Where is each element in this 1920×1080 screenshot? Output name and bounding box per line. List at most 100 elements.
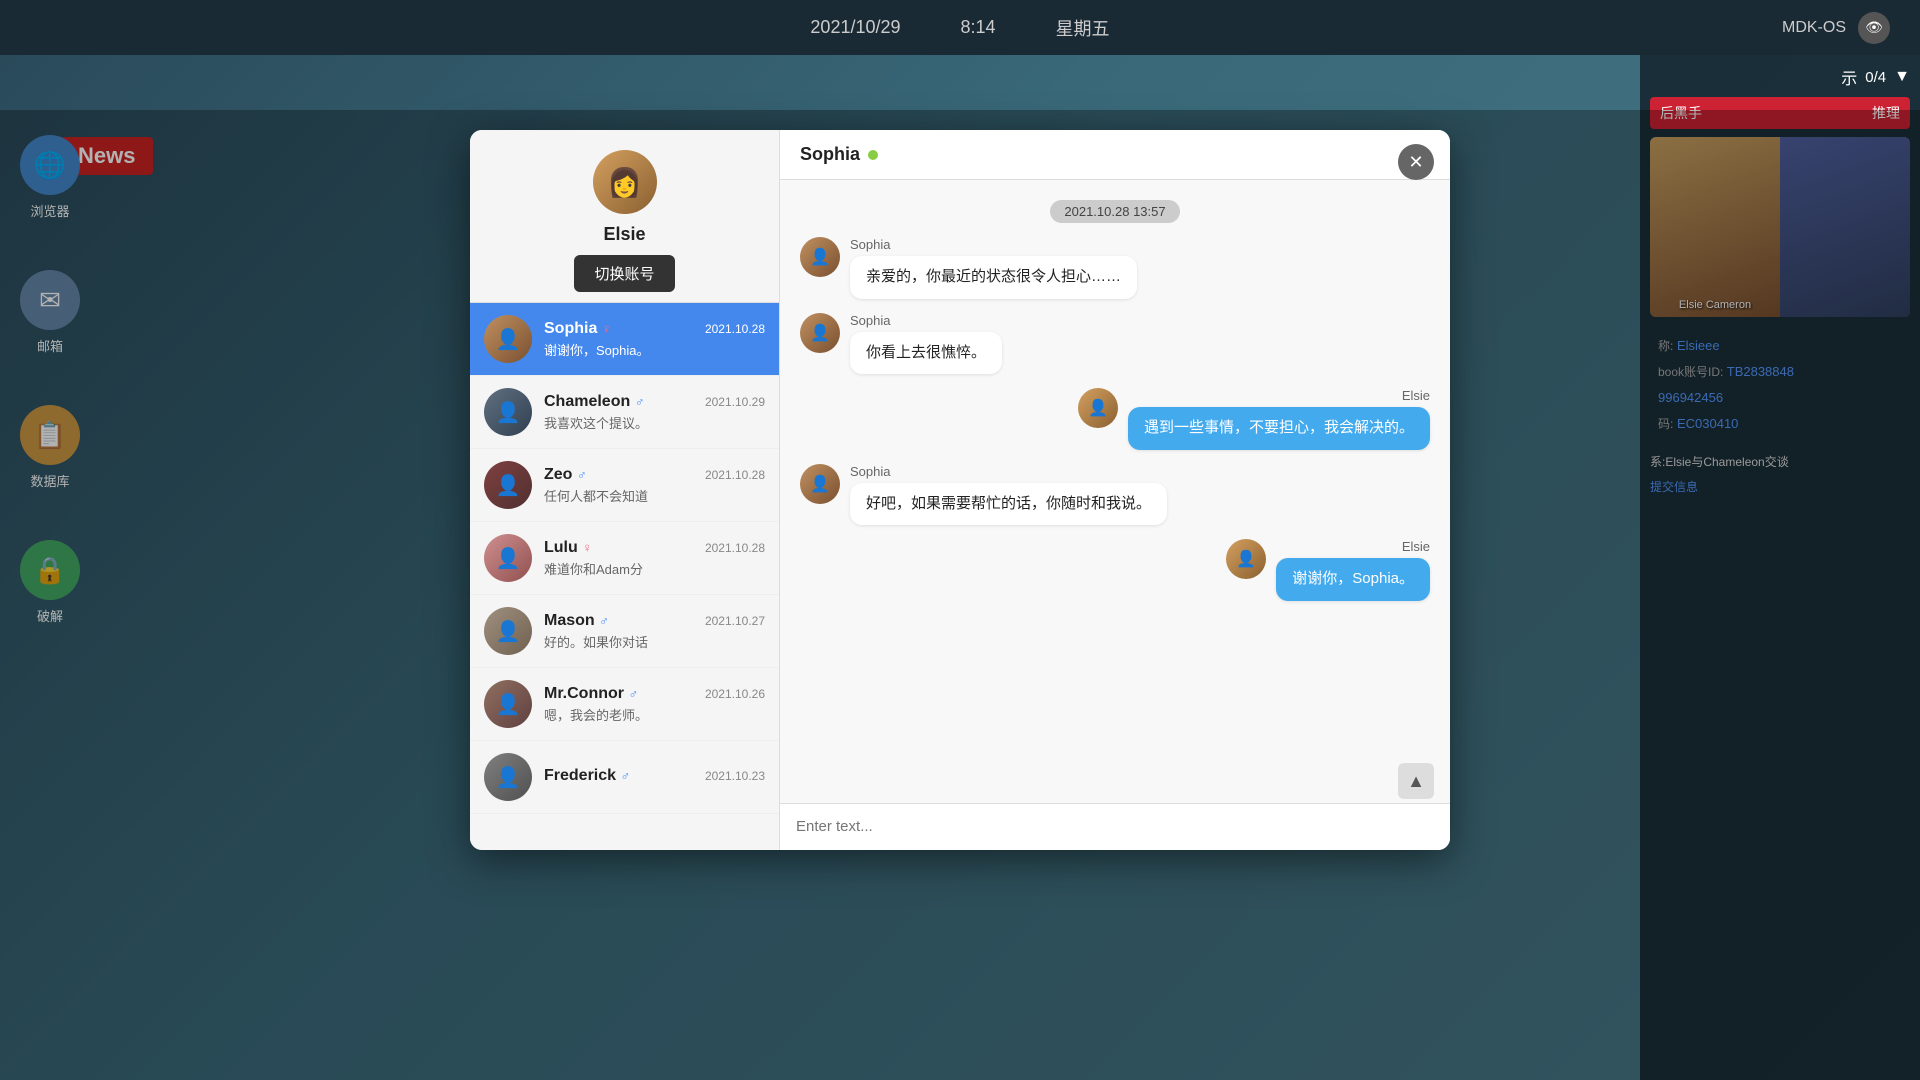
counter-badge: 0/4 [1865,69,1886,86]
contact-name-frederick: Frederick ♂ [544,767,630,785]
contact-avatar-chameleon: 👤 [484,388,532,436]
gender-icon-lulu: ♀ [582,540,592,555]
contact-item-mrconnor[interactable]: 👤 Mr.Connor ♂ 2021.10.26 嗯，我会的老师。 [470,668,779,741]
expand-icon[interactable]: ▼ [1894,68,1910,86]
contact-name-sophia: Sophia ♀ [544,320,612,338]
msg-bubble-m4: 好吧，如果需要帮忙的话，你随时和我说。 [850,483,1167,526]
taskbar-date: 2021/10/29 [810,17,900,38]
msg-sender-m3: Elsie [1402,388,1430,403]
contact-date-mrconnor: 2021.10.26 [705,687,765,701]
contact-item-sophia[interactable]: 👤 Sophia ♀ 2021.10.28 谢谢你，Sophia。 [470,303,779,376]
close-button[interactable]: ✕ [1398,144,1434,180]
msg-content-m2: Sophia 你看上去很憔悴。 [850,313,1002,375]
contact-panel: 👩 Elsie 切换账号 👤 Sophia ♀ 2021.10.28 谢谢你，S… [470,130,780,850]
msg-bubble-m2: 你看上去很憔悴。 [850,332,1002,375]
msg-content-m4: Sophia 好吧，如果需要帮忙的话，你随时和我说。 [850,464,1167,526]
msg-sender-m2: Sophia [850,313,1002,328]
switch-account-button[interactable]: 切换账号 [574,255,674,292]
msg-bubble-m5: 谢谢你，Sophia。 [1276,558,1430,601]
contact-name-row: Lulu ♀ 2021.10.28 [544,539,765,557]
contact-preview-chameleon: 我喜欢这个提议。 [544,413,765,432]
contact-preview-mason: 好的。如果你对话 [544,632,765,651]
online-indicator [868,150,878,160]
msg-avatar-m1: 👤 [800,237,840,277]
contact-date-mason: 2021.10.27 [705,614,765,628]
taskbar-time: 8:14 [961,17,996,38]
taskbar-weekday: 星期五 [1056,15,1110,41]
msg-content-m1: Sophia亲爱的，你最近的状态很令人担心…… [850,237,1137,299]
reveal-label: 示 [1841,65,1857,89]
chat-input[interactable] [796,818,1434,835]
chat-timestamp: 2021.10.28 13:57 [1050,200,1179,223]
msg-sender-m4: Sophia [850,464,1167,479]
contact-date-frederick: 2021.10.23 [705,769,765,783]
taskbar-center: 2021/10/29 8:14 星期五 [810,15,1109,41]
self-name: Elsie [603,224,645,245]
contact-name-zeo: Zeo ♂ [544,466,587,484]
contact-date-zeo: 2021.10.28 [705,468,765,482]
contact-preview-zeo: 任何人都不会知道 [544,486,765,505]
contact-preview-lulu: 难道你和Adam分 [544,559,765,578]
contact-avatar-frederick: 👤 [484,753,532,801]
message-row-m4: 👤Sophia好吧，如果需要帮忙的话，你随时和我说。 [800,464,1430,526]
contact-avatar-sophia: 👤 [484,315,532,363]
msg-avatar-m5: 👤 [1226,539,1266,579]
contact-name-lulu: Lulu ♀ [544,539,592,557]
msg-bubble-m3: 遇到一些事情，不要担心，我会解决的。 [1128,407,1430,450]
contact-item-lulu[interactable]: 👤 Lulu ♀ 2021.10.28 难道你和Adam分 [470,522,779,595]
contact-info-sophia: Sophia ♀ 2021.10.28 谢谢你，Sophia。 [544,320,765,359]
contact-name-row: Chameleon ♂ 2021.10.29 [544,393,765,411]
contact-preview-mrconnor: 嗯，我会的老师。 [544,705,765,724]
modal-overlay: ✕ 👩 Elsie 切换账号 👤 Sophia ♀ 2021.10.28 [0,110,1920,1080]
contact-name-row: Mr.Connor ♂ 2021.10.26 [544,685,765,703]
contact-item-frederick[interactable]: 👤 Frederick ♂ 2021.10.23 [470,741,779,814]
contact-date-lulu: 2021.10.28 [705,541,765,555]
contact-info-lulu: Lulu ♀ 2021.10.28 难道你和Adam分 [544,539,765,578]
contact-avatar-lulu: 👤 [484,534,532,582]
message-row-m1: 👤Sophia亲爱的，你最近的状态很令人担心…… [800,237,1430,299]
contact-name-row: Mason ♂ 2021.10.27 [544,612,765,630]
chat-panel: Sophia 2021.10.28 13:57👤Sophia亲爱的，你最近的状态… [780,130,1450,850]
gender-icon-zeo: ♂ [577,467,587,482]
taskbar-os-label: MDK-OS [1782,19,1846,37]
gender-icon-sophia: ♀ [602,321,612,336]
gender-icon-mason: ♂ [599,613,609,628]
chat-input-area [780,803,1450,850]
taskbar-os-icon[interactable]: 👁 [1858,12,1890,44]
contact-info-zeo: Zeo ♂ 2021.10.28 任何人都不会知道 [544,466,765,505]
contact-info-mrconnor: Mr.Connor ♂ 2021.10.26 嗯，我会的老师。 [544,685,765,724]
messaging-modal: ✕ 👩 Elsie 切换账号 👤 Sophia ♀ 2021.10.28 [470,130,1450,850]
chat-messages[interactable]: 2021.10.28 13:57👤Sophia亲爱的，你最近的状态很令人担心……… [780,180,1450,759]
scroll-up-button[interactable]: ▲ [1398,763,1434,799]
gender-icon-chameleon: ♂ [635,394,645,409]
contact-item-mason[interactable]: 👤 Mason ♂ 2021.10.27 好的。如果你对话 [470,595,779,668]
msg-content-m3: Elsie 遇到一些事情，不要担心，我会解决的。 [1128,388,1430,450]
chat-contact-name: Sophia [800,144,860,165]
contact-avatar-zeo: 👤 [484,461,532,509]
contact-preview-sophia: 谢谢你，Sophia。 [544,340,765,359]
contact-name-row: Frederick ♂ 2021.10.23 [544,767,765,785]
contact-name-chameleon: Chameleon ♂ [544,393,644,411]
gender-icon-mrconnor: ♂ [628,686,638,701]
message-row-m3: Elsie遇到一些事情，不要担心，我会解决的。👤 [800,388,1430,450]
taskbar-right: MDK-OS 👁 [1782,12,1890,44]
close-icon: ✕ [1408,152,1423,173]
chat-header: Sophia [780,130,1450,180]
contact-info-chameleon: Chameleon ♂ 2021.10.29 我喜欢这个提议。 [544,393,765,432]
message-row-m5: Elsie 谢谢你，Sophia。👤 [800,539,1430,601]
contact-avatar-mrconnor: 👤 [484,680,532,728]
msg-content-m5: Elsie 谢谢你，Sophia。 [1276,539,1430,601]
contact-name-mason: Mason ♂ [544,612,609,630]
contact-list: 👤 Sophia ♀ 2021.10.28 谢谢你，Sophia。 👤 Cham… [470,303,779,850]
scroll-btn-row: ▲ [780,759,1450,803]
contact-avatar-mason: 👤 [484,607,532,655]
contact-item-zeo[interactable]: 👤 Zeo ♂ 2021.10.28 任何人都不会知道 [470,449,779,522]
msg-bubble-m1: 亲爱的，你最近的状态很令人担心…… [850,256,1137,299]
contact-item-chameleon[interactable]: 👤 Chameleon ♂ 2021.10.29 我喜欢这个提议。 [470,376,779,449]
taskbar: 2021/10/29 8:14 星期五 MDK-OS 👁 [0,0,1920,55]
right-panel-header: 示 0/4 ▼ [1650,65,1910,89]
msg-sender-m5: Elsie [1402,539,1430,554]
desktop: News 🌐 浏览器 ✉ 邮箱 📋 数据库 🔒 破解 示 0/4 ▼ 后黑手 推… [0,55,1920,1080]
contact-info-frederick: Frederick ♂ 2021.10.23 [544,767,765,787]
contact-name-row: Sophia ♀ 2021.10.28 [544,320,765,338]
